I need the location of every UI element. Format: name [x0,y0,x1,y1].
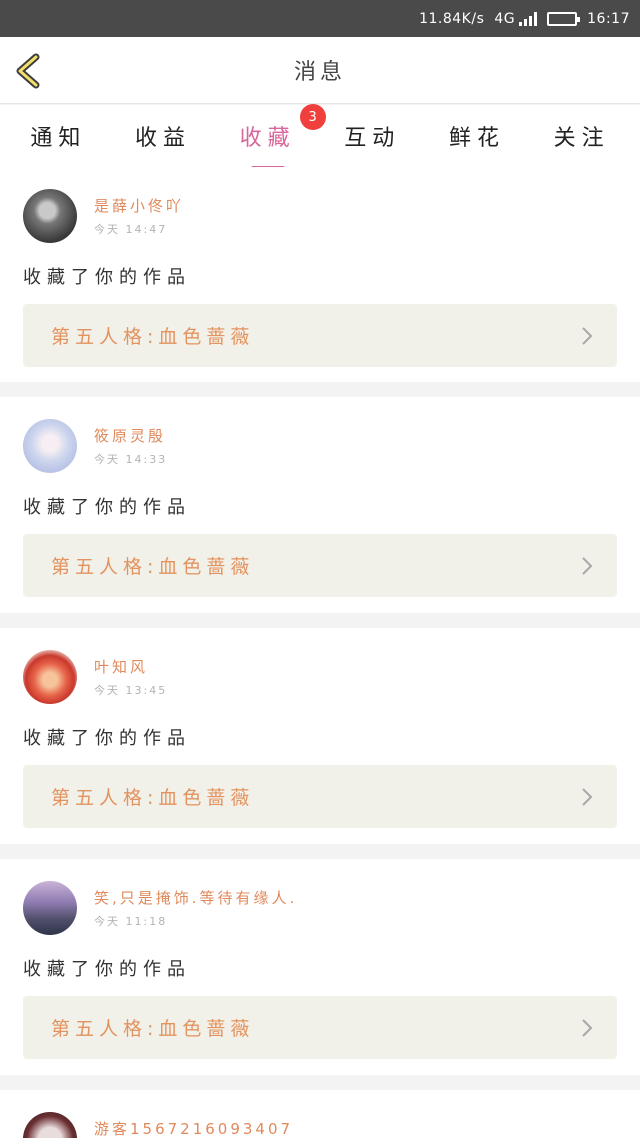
tab-interactions[interactable]: 互动 [340,114,404,158]
status-bar: 11.84K/s 4G 16:17 [0,0,640,37]
timestamp: 今天 11:18 [94,915,168,928]
username[interactable]: 叶知风 [94,656,148,677]
favorites-feed: 是薛小佟吖 今天 14:47 收藏了你的作品 第五人格:血色蔷薇 筱原灵殷 今天… [0,167,640,1138]
action-text: 收藏了你的作品 [23,497,191,518]
username[interactable]: 筱原灵殷 [94,425,166,446]
avatar[interactable] [23,1112,77,1138]
clock: 16:17 [587,10,630,27]
avatar[interactable] [23,189,77,243]
page-title: 消息 [293,60,346,85]
message-tabs: 通知 收益 收藏 3 互动 鲜花 关注 [0,104,640,170]
avatar[interactable] [23,419,77,473]
tab-flowers[interactable]: 鲜花 [445,114,509,158]
timestamp: 今天 14:33 [94,453,168,466]
avatar[interactable] [23,650,77,704]
action-text: 收藏了你的作品 [23,959,191,980]
list-item: 游客1567216093407 [0,1090,640,1138]
work-title: 第五人格:血色蔷薇 [51,787,255,809]
network-speed: 11.84K/s [419,10,485,27]
list-item: 筱原灵殷 今天 14:33 收藏了你的作品 第五人格:血色蔷薇 [0,397,640,613]
tab-notifications[interactable]: 通知 [26,114,90,158]
username[interactable]: 游客1567216093407 [94,1118,293,1138]
work-link[interactable]: 第五人格:血色蔷薇 [23,534,617,597]
username[interactable]: 笑,只是掩饰.等待有缘人. [94,887,297,908]
chevron-right-icon [582,327,593,345]
chevron-right-icon [582,557,593,575]
tab-favorites[interactable]: 收藏 3 [236,104,326,170]
network-type: 4G [494,11,538,27]
back-button[interactable] [12,51,52,91]
work-title: 第五人格:血色蔷薇 [51,326,255,348]
work-link[interactable]: 第五人格:血色蔷薇 [23,765,617,828]
list-item: 笑,只是掩饰.等待有缘人. 今天 11:18 收藏了你的作品 第五人格:血色蔷薇 [0,859,640,1075]
battery-icon [547,11,581,26]
timestamp: 今天 14:47 [94,223,168,236]
back-arrow-icon [16,53,40,89]
chevron-right-icon [582,788,593,806]
chevron-right-icon [582,1019,593,1037]
app-header: 消息 [0,37,640,104]
work-link[interactable]: 第五人格:血色蔷薇 [23,304,617,367]
work-title: 第五人格:血色蔷薇 [51,1018,255,1040]
action-text: 收藏了你的作品 [23,728,191,749]
work-title: 第五人格:血色蔷薇 [51,556,255,578]
unread-badge: 3 [299,104,326,130]
work-link[interactable]: 第五人格:血色蔷薇 [23,996,617,1059]
avatar[interactable] [23,881,77,935]
timestamp: 今天 13:45 [94,684,168,697]
signal-icon [517,11,538,26]
username[interactable]: 是薛小佟吖 [94,195,184,216]
tab-follows[interactable]: 关注 [550,114,614,158]
list-item: 是薛小佟吖 今天 14:47 收藏了你的作品 第五人格:血色蔷薇 [0,167,640,382]
list-item: 叶知风 今天 13:45 收藏了你的作品 第五人格:血色蔷薇 [0,628,640,844]
tab-earnings[interactable]: 收益 [131,114,195,158]
action-text: 收藏了你的作品 [23,267,191,288]
